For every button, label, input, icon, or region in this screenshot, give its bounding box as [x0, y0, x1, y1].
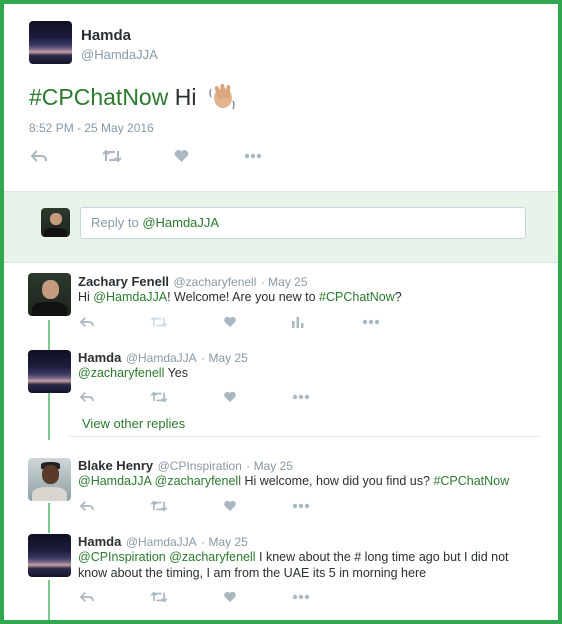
hashtag-link[interactable]: #CPChatNow	[319, 290, 395, 304]
text-segment: ! Welcome! Are you new to	[167, 290, 320, 304]
reply-header: Blake Henry @CPInspiration · May 25	[78, 457, 293, 475]
current-user-avatar[interactable]	[41, 208, 70, 237]
more-icon[interactable]	[244, 153, 262, 159]
retweet-icon[interactable]	[150, 591, 168, 603]
reply-date[interactable]: · May 25	[201, 351, 248, 365]
more-icon[interactable]	[362, 319, 380, 325]
analytics-icon[interactable]	[292, 316, 304, 328]
divider	[70, 436, 540, 437]
like-icon[interactable]	[223, 591, 237, 603]
like-icon[interactable]	[223, 391, 237, 403]
reply-author-name[interactable]: Hamda	[78, 350, 121, 365]
tweet-text: #CPChatNow Hi	[29, 81, 237, 111]
reply-icon[interactable]	[80, 391, 94, 403]
more-icon[interactable]	[292, 594, 310, 600]
reply-text: @CPInspiration @zacharyfenell I knew abo…	[78, 549, 518, 581]
mention-link[interactable]: @zacharyfenell	[155, 474, 241, 488]
view-other-replies-link[interactable]: View other replies	[82, 416, 185, 431]
reply-author-name[interactable]: Zachary Fenell	[78, 274, 169, 289]
like-icon[interactable]	[223, 316, 237, 328]
reply-author-handle[interactable]: @HamdaJJA	[126, 351, 197, 365]
thread-line	[48, 503, 50, 533]
reply-author-handle[interactable]: @HamdaJJA	[126, 535, 197, 549]
reply-icon[interactable]	[80, 591, 94, 603]
tweet-text-rest: Hi	[168, 84, 197, 110]
reply-author-name[interactable]: Hamda	[78, 534, 121, 549]
reply-date[interactable]: · May 25	[201, 535, 248, 549]
author-name[interactable]: Hamda	[81, 27, 131, 44]
reply-author-handle[interactable]: @zacharyfenell	[174, 275, 257, 289]
reply-text: Hi @HamdaJJA! Welcome! Are you new to #C…	[78, 290, 402, 304]
reply-header: Zachary Fenell @zacharyfenell · May 25	[78, 273, 308, 291]
reply-input[interactable]: Reply to @HamdaJJA	[80, 207, 526, 239]
reply-date[interactable]: · May 25	[261, 275, 308, 289]
avatar[interactable]	[29, 21, 72, 64]
retweet-icon[interactable]	[150, 391, 168, 403]
text-segment: ?	[394, 290, 402, 304]
author-handle[interactable]: @HamdaJJA	[81, 47, 158, 62]
mention-link[interactable]: @zacharyfenell	[78, 366, 164, 380]
reply-header: Hamda @HamdaJJA · May 25	[78, 349, 248, 367]
hashtag-link[interactable]: #CPChatNow	[433, 474, 509, 488]
reply-date[interactable]: · May 25	[246, 459, 293, 473]
retweet-icon[interactable]	[102, 149, 122, 163]
text-segment: Hi welcome, how did you find us?	[240, 474, 434, 488]
hashtag-link[interactable]: #CPChatNow	[29, 84, 168, 110]
mention-link[interactable]: @CPInspiration	[78, 550, 166, 564]
waving-hand-icon	[209, 84, 235, 110]
reply-composer: Reply to @HamdaJJA	[4, 191, 558, 263]
text-segment: Hi	[78, 290, 94, 304]
reply-text: @zacharyfenell Yes	[78, 366, 188, 380]
tweet-timestamp[interactable]: 8:52 PM - 25 May 2016	[29, 121, 154, 135]
reply-author-handle[interactable]: @CPInspiration	[158, 459, 242, 473]
reply-mention: @HamdaJJA	[142, 215, 220, 230]
mention-link[interactable]: @HamdaJJA	[93, 290, 167, 304]
thread-line	[48, 580, 50, 620]
mention-link[interactable]: @zacharyfenell	[169, 550, 255, 564]
reply-text: @HamdaJJA @zacharyfenell Hi welcome, how…	[78, 474, 509, 488]
more-icon[interactable]	[292, 394, 310, 400]
reply-icon[interactable]	[80, 500, 94, 512]
like-icon[interactable]	[223, 500, 237, 512]
more-icon[interactable]	[292, 503, 310, 509]
reply-icon[interactable]	[80, 316, 94, 328]
like-icon[interactable]	[174, 149, 189, 163]
retweet-icon[interactable]	[150, 500, 168, 512]
avatar[interactable]	[28, 458, 71, 501]
mention-link[interactable]: @HamdaJJA	[78, 474, 151, 488]
avatar[interactable]	[28, 350, 71, 393]
avatar[interactable]	[28, 534, 71, 577]
reply-prefix: Reply to	[91, 215, 143, 230]
avatar[interactable]	[28, 273, 71, 316]
text-segment: Yes	[164, 366, 188, 380]
retweet-icon[interactable]	[150, 316, 168, 328]
reply-author-name[interactable]: Blake Henry	[78, 458, 153, 473]
reply-icon[interactable]	[31, 149, 47, 163]
